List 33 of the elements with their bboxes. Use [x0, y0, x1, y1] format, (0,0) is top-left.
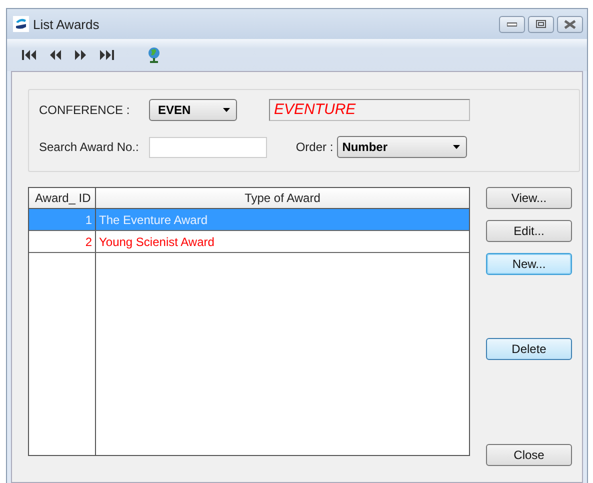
- action-button[interactable]: Delete: [486, 338, 572, 360]
- search-label: Search Award No.:: [39, 140, 139, 154]
- award-id-cell: 1: [29, 209, 96, 230]
- search-field[interactable]: [148, 136, 267, 158]
- next-record-icon[interactable]: [73, 49, 89, 61]
- column-header[interactable]: Type of Award: [96, 188, 469, 208]
- minimize-icon: [507, 21, 517, 27]
- action-button[interactable]: View...: [486, 187, 572, 209]
- award-type-cell-text: The Eventure Award: [98, 212, 209, 228]
- maximize-button[interactable]: [528, 16, 554, 32]
- table-row[interactable]: 2 Young Scienist Award: [29, 231, 469, 253]
- dropdown-arrow-icon: [453, 145, 460, 149]
- conference-name-field: EVENTURE: [269, 99, 470, 121]
- minimize-button[interactable]: [499, 16, 525, 32]
- column-header[interactable]: Award_ ID: [29, 188, 96, 208]
- action-button[interactable]: New...: [486, 253, 572, 275]
- globe-icon[interactable]: [147, 47, 161, 63]
- maximize-icon: [536, 20, 546, 28]
- dropdown-arrow-icon: [223, 108, 230, 112]
- app-logo-icon: [13, 16, 29, 32]
- last-record-icon[interactable]: [99, 49, 115, 61]
- action-button[interactable]: Edit...: [486, 220, 572, 242]
- window-title: List Awards: [33, 16, 100, 32]
- order-dropdown[interactable]: Number: [337, 136, 468, 158]
- award-id-cell: 2: [29, 231, 96, 252]
- first-record-icon[interactable]: [21, 49, 37, 61]
- close-button[interactable]: [557, 16, 583, 32]
- conference-label: CONFERENCE :: [39, 103, 131, 117]
- award-type-cell-text: Young Scienist Award: [98, 234, 216, 250]
- close-icon: [564, 20, 576, 28]
- action-button[interactable]: Close: [486, 444, 572, 466]
- order-label: Order :: [296, 140, 334, 154]
- conference-dropdown[interactable]: EVEN: [149, 99, 237, 121]
